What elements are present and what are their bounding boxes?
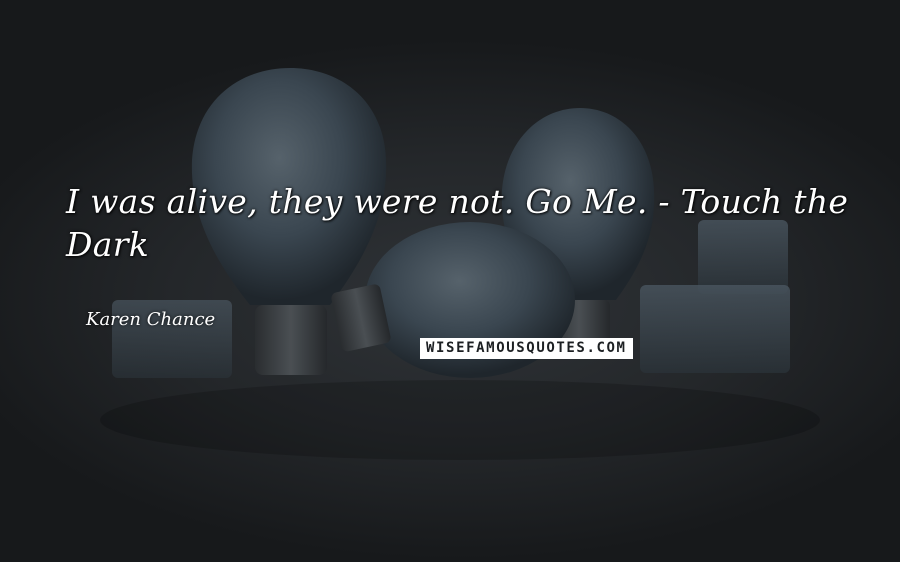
light-bulbs-illustration	[100, 68, 820, 460]
watermark-badge: WISEFAMOUSQUOTES.COM	[420, 338, 633, 359]
quote-author: Karen Chance	[86, 309, 216, 330]
ice-cube-right-bottom	[640, 285, 790, 373]
background-photo	[0, 0, 900, 562]
quote-text: I was alive, they were not. Go Me. - Tou…	[66, 182, 849, 264]
